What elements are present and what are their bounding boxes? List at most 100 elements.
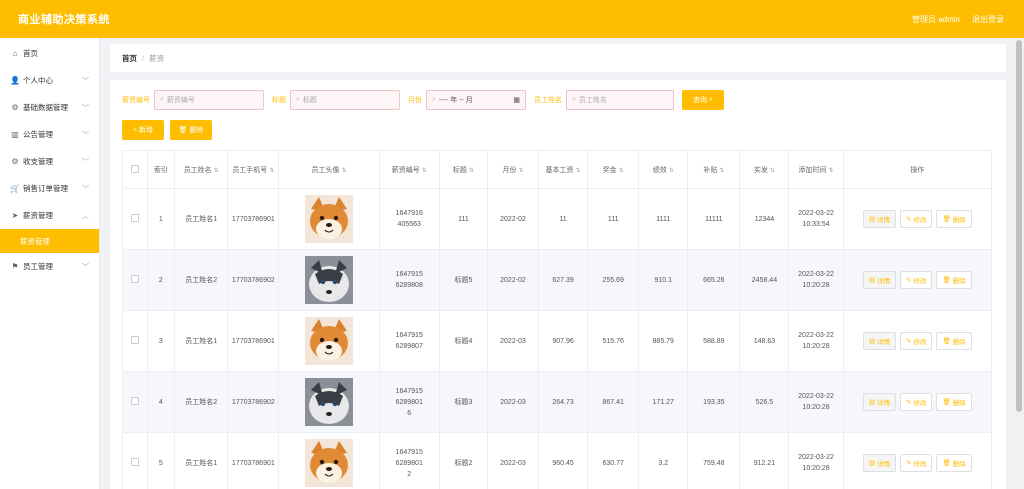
sidebar-item-2[interactable]: ⚙ 基础数据管理 ﹀ xyxy=(0,94,99,121)
trash-icon: 🗑 xyxy=(178,127,188,134)
column-header[interactable]: 基本工资 ⇅ xyxy=(538,150,589,189)
sort-icon[interactable]: ⇅ xyxy=(770,168,775,174)
column-header[interactable]: 奖金 ⇅ xyxy=(587,150,640,189)
query-label: 查询 xyxy=(693,97,708,104)
logout-link[interactable]: 退出登录 xyxy=(972,14,1004,25)
avatar-cell xyxy=(278,310,380,372)
edit-button[interactable]: ✎ 修改 xyxy=(900,332,933,350)
sidebar-item-label: 员工管理 xyxy=(23,262,53,271)
index-cell: 3 xyxy=(146,310,176,372)
base-salary-cell: 264.73 xyxy=(538,371,589,433)
scrollbar-thumb[interactable] xyxy=(1016,40,1022,412)
row-checkbox[interactable] xyxy=(130,397,139,405)
search-icon: ⌕ xyxy=(572,96,576,103)
shiba-avatar-image xyxy=(304,195,353,243)
sort-icon[interactable]: ⇅ xyxy=(619,168,624,174)
row-checkbox[interactable] xyxy=(130,275,139,283)
delete-button[interactable]: 🗑 删除 xyxy=(936,393,972,411)
select-all-checkbox[interactable] xyxy=(130,164,139,173)
sort-icon[interactable]: ⇅ xyxy=(214,168,219,174)
gear-icon: ⚙ xyxy=(11,103,19,112)
document-icon: ▤ xyxy=(868,338,876,345)
column-header[interactable]: 绩效 ⇅ xyxy=(638,150,689,189)
sort-icon[interactable]: ⇅ xyxy=(269,168,274,174)
month-input[interactable]: ⌕ ---- 年 -- 月 ▦ xyxy=(426,90,526,110)
column-header[interactable]: 添加时间 ⇅ xyxy=(788,150,844,189)
title-input[interactable]: ⌕ 标题 xyxy=(290,90,400,110)
salary-no-cell: 1647916405563 xyxy=(378,188,440,250)
row-select-cell[interactable] xyxy=(122,188,148,250)
sort-icon[interactable]: ⇅ xyxy=(341,168,346,174)
edit-button[interactable]: ✎ 修改 xyxy=(900,210,933,228)
row-checkbox[interactable] xyxy=(130,214,139,222)
detail-button[interactable]: ▤ 详情 xyxy=(862,332,897,350)
column-header[interactable]: 员工头像 ⇅ xyxy=(278,150,380,189)
delete-button[interactable]: 🗑 删除 xyxy=(936,454,972,472)
edit-button[interactable]: ✎ 修改 xyxy=(900,454,933,472)
current-user: 管理员 admin xyxy=(911,14,960,24)
operations-cell: ▤ 详情 ✎ 修改 🗑 删除 xyxy=(842,249,993,311)
bulk-delete-label: 删除 xyxy=(189,127,204,134)
actual-pay-cell: 2458.44 xyxy=(739,249,790,311)
salary-no-cell: 164791562898012 xyxy=(378,432,440,489)
row-select-cell[interactable] xyxy=(122,432,148,489)
title-label: 标题 xyxy=(272,97,286,104)
detail-button[interactable]: ▤ 详情 xyxy=(862,210,897,228)
sort-icon[interactable]: ⇅ xyxy=(469,168,474,174)
row-select-cell[interactable] xyxy=(122,310,148,372)
column-header[interactable]: 月份 ⇅ xyxy=(486,150,540,189)
calendar-icon[interactable]: ▦ xyxy=(513,96,520,104)
bulk-delete-button[interactable]: 🗑 删除 xyxy=(170,120,212,140)
page-scrollbar[interactable] xyxy=(1014,38,1024,489)
column-header[interactable]: 标题 ⇅ xyxy=(438,150,488,189)
sort-icon[interactable]: ⇅ xyxy=(422,168,427,174)
column-header[interactable]: 补贴 ⇅ xyxy=(687,150,741,189)
column-header[interactable]: 实发 ⇅ xyxy=(739,150,790,189)
sort-icon[interactable]: ⇅ xyxy=(829,168,834,174)
phone-cell: 17703786902 xyxy=(227,249,280,311)
sidebar-item-label: 首页 xyxy=(23,49,38,58)
delete-button[interactable]: 🗑 删除 xyxy=(936,271,972,289)
edit-button[interactable]: ✎ 修改 xyxy=(900,393,933,411)
document-icon: ▤ xyxy=(868,277,876,284)
month-placeholder: ---- 年 -- 月 xyxy=(438,97,473,104)
sidebar-item-5[interactable]: 🛒 销售订单管理 ﹀ xyxy=(0,175,99,202)
detail-button[interactable]: ▤ 详情 xyxy=(862,454,897,472)
delete-button[interactable]: 🗑 删除 xyxy=(936,210,972,228)
employee-name-input[interactable]: ⌕ 员工姓名 xyxy=(566,90,674,110)
add-button[interactable]: + 新增 xyxy=(122,120,164,140)
sort-icon[interactable]: ⇅ xyxy=(669,168,674,174)
sidebar-item-1[interactable]: 👤 个人中心 ﹀ xyxy=(0,67,99,94)
column-header[interactable]: 员工姓名 ⇅ xyxy=(174,150,229,189)
pencil-icon: ✎ xyxy=(906,338,912,345)
performance-cell: 3.2 xyxy=(638,432,689,489)
sidebar-item-6[interactable]: ➤ 薪资管理 ︿ xyxy=(0,202,99,229)
row-checkbox[interactable] xyxy=(130,336,139,344)
employee-name-cell: 员工姓名1 xyxy=(174,432,229,489)
column-header[interactable]: 薪资编号 ⇅ xyxy=(378,150,440,189)
sort-icon[interactable]: ⇅ xyxy=(518,168,523,174)
salary-no-input[interactable]: ⌕ 薪资编号 xyxy=(154,90,264,110)
detail-button[interactable]: ▤ 详情 xyxy=(862,271,897,289)
column-header[interactable]: 员工手机号 ⇅ xyxy=(227,150,280,189)
row-select-cell[interactable] xyxy=(122,249,148,311)
sort-icon[interactable]: ⇅ xyxy=(719,168,724,174)
breadcrumb-home[interactable]: 首页 xyxy=(122,53,137,64)
avatar-cell xyxy=(278,188,380,250)
query-button[interactable]: 查询 ⌕ xyxy=(682,90,724,110)
sidebar-subitem-salary[interactable]: 薪资管理 xyxy=(0,229,99,253)
avatar-cell xyxy=(278,249,380,311)
sidebar-item-7[interactable]: ⚑ 员工管理 ﹀ xyxy=(0,253,99,280)
edit-button[interactable]: ✎ 修改 xyxy=(900,271,933,289)
sidebar-item-4[interactable]: ⚙ 收支管理 ﹀ xyxy=(0,148,99,175)
row-checkbox[interactable] xyxy=(130,458,139,466)
salary-no-placeholder: 薪资编号 xyxy=(166,97,195,104)
row-select-cell[interactable] xyxy=(122,371,148,433)
sort-icon[interactable]: ⇅ xyxy=(576,168,581,174)
select-all-header[interactable] xyxy=(122,150,148,189)
sidebar-item-3[interactable]: ▥ 公告管理 ﹀ xyxy=(0,121,99,148)
delete-button[interactable]: 🗑 删除 xyxy=(936,332,972,350)
sidebar-item-0[interactable]: ⌂ 首页 xyxy=(0,40,99,67)
salary-no-cell: 16479156289808 xyxy=(378,249,440,311)
detail-button[interactable]: ▤ 详情 xyxy=(862,393,897,411)
